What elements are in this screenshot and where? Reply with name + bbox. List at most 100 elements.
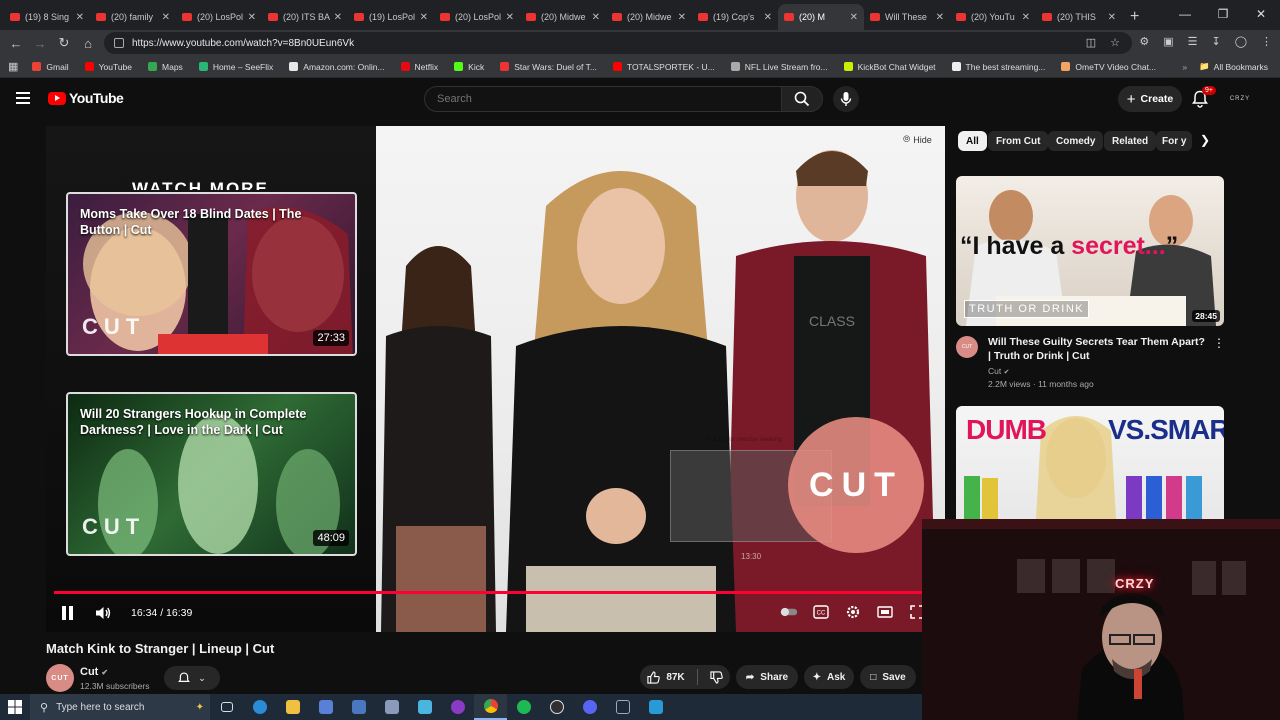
search-button[interactable]	[781, 86, 823, 112]
steam-icon[interactable]	[606, 694, 639, 720]
bookmark-item[interactable]: Kick	[454, 62, 484, 72]
recommendation-thumbnail-2[interactable]: DUMB VS.SMART	[956, 406, 1224, 519]
spotify-icon[interactable]	[507, 694, 540, 720]
browser-tab[interactable]: (20) Midwe ✕	[520, 4, 606, 30]
more-options-icon[interactable]: ⋮	[1213, 336, 1225, 350]
youtube-logo[interactable]: YouTube	[48, 90, 124, 106]
browser-tab[interactable]: (20) Midwe ✕	[606, 4, 692, 30]
browser-tab[interactable]: (20) LosPol ✕	[176, 4, 262, 30]
bookmark-item[interactable]: Netflix	[400, 62, 438, 72]
address-bar[interactable]: https://www.youtube.com/watch?v=8Bn0UEun…	[104, 32, 1132, 54]
close-tab-icon[interactable]: ✕	[760, 12, 772, 23]
bookmark-item[interactable]: NFL Live Stream fro...	[730, 62, 828, 72]
bookmark-item[interactable]: TOTALSPORTEK - U...	[612, 62, 715, 72]
hamburger-menu-icon[interactable]	[16, 92, 30, 104]
close-tab-icon[interactable]: ✕	[674, 12, 686, 23]
menu-icon[interactable]: ⋮	[1261, 35, 1272, 48]
browser-tab[interactable]: (20) YouTu ✕	[950, 4, 1036, 30]
app-icon-4[interactable]	[639, 694, 672, 720]
endscreen-card-2[interactable]: Will 20 Strangers Hookup in Complete Dar…	[66, 392, 357, 556]
volume-button[interactable]	[94, 604, 112, 627]
recommendation-channel[interactable]: Cut ✔	[988, 366, 1009, 376]
browser-tab[interactable]: (20) family ✕	[90, 4, 176, 30]
forward-icon[interactable]: →	[28, 36, 52, 51]
file-explorer-icon[interactable]	[276, 694, 309, 720]
account-avatar[interactable]: CRZY	[1226, 88, 1254, 110]
browser-tab[interactable]: Will These ✕	[864, 4, 950, 30]
settings-button[interactable]	[844, 603, 862, 621]
channel-watermark[interactable]: CUT	[788, 417, 924, 553]
chip-from-cut[interactable]: From Cut	[988, 131, 1049, 151]
bookmark-item[interactable]: Star Wars: Duel of T...	[500, 62, 597, 72]
save-button[interactable]: □ Save	[860, 665, 916, 689]
chip-related[interactable]: Related	[1104, 131, 1157, 151]
app-icon-2[interactable]	[375, 694, 408, 720]
like-button[interactable]: 87K	[647, 670, 685, 684]
media-icon[interactable]: ☰	[1188, 35, 1198, 48]
chevron-right-icon[interactable]: »	[1182, 62, 1187, 72]
extensions-icon[interactable]: ⚙	[1139, 35, 1149, 48]
channel-avatar[interactable]: CUT	[956, 336, 978, 358]
captions-button[interactable]: CC	[812, 603, 830, 621]
close-tab-icon[interactable]: ✕	[330, 12, 342, 23]
voice-search-button[interactable]	[833, 86, 859, 112]
chrome-icon[interactable]	[474, 694, 507, 720]
bookmark-item[interactable]: Home – SeeFlix	[198, 62, 273, 72]
search-box[interactable]	[424, 86, 782, 112]
channel-avatar[interactable]: CUT	[46, 664, 74, 692]
profile-icon[interactable]: ◯	[1235, 35, 1247, 48]
sidepanel-icon[interactable]: ▣	[1163, 35, 1173, 48]
close-tab-icon[interactable]: ✕	[588, 12, 600, 23]
taskbar-search[interactable]: ⚲ Type here to search ✦	[30, 694, 210, 720]
close-tab-icon[interactable]: ✕	[72, 12, 84, 23]
close-tab-icon[interactable]: ✕	[244, 12, 256, 23]
recommendation-thumbnail-1[interactable]: “I have a secret...” TRUTH OR DRINK 28:4…	[956, 176, 1224, 326]
browser-tab[interactable]: (20) M ✕	[778, 4, 864, 30]
firefox-icon[interactable]	[441, 694, 474, 720]
new-tab-button[interactable]: +	[1122, 4, 1147, 30]
bookmark-item[interactable]: OmeTV Video Chat...	[1061, 62, 1156, 72]
close-tab-icon[interactable]: ✕	[158, 12, 170, 23]
thumbs-down-icon[interactable]	[710, 670, 723, 684]
apps-grid-icon[interactable]: ▦	[8, 60, 18, 73]
app-icon-3[interactable]	[408, 694, 441, 720]
browser-tab[interactable]: (19) LosPol ✕	[348, 4, 434, 30]
autoplay-toggle[interactable]	[780, 603, 798, 621]
start-button[interactable]	[0, 700, 30, 714]
install-icon[interactable]: ◫	[1086, 36, 1096, 49]
browser-tab[interactable]: (20) LosPol ✕	[434, 4, 520, 30]
bookmark-item[interactable]: KickBot Chat Widget	[843, 62, 936, 72]
create-button[interactable]: + Create	[1118, 86, 1182, 112]
bookmark-star-icon[interactable]: ☆	[1110, 36, 1120, 49]
chip-comedy[interactable]: Comedy	[1048, 131, 1104, 151]
browser-tab[interactable]: (19) Cop's ✕	[692, 4, 778, 30]
search-input[interactable]	[437, 93, 757, 105]
site-info-icon[interactable]	[114, 38, 124, 48]
all-bookmarks[interactable]: » 📁 All Bookmarks	[1182, 61, 1268, 72]
recommendation-title[interactable]: Will These Guilty Secrets Tear Them Apar…	[988, 335, 1206, 363]
video-frame[interactable]: CLASS	[376, 126, 945, 632]
chevron-right-icon[interactable]: ❯	[1200, 133, 1210, 147]
bookmark-item[interactable]: The best streaming...	[951, 62, 1045, 72]
browser-tab[interactable]: (19) 8 Sing ✕	[4, 4, 90, 30]
endscreen-card-1[interactable]: Moms Take Over 18 Blind Dates | The Butt…	[66, 192, 357, 356]
close-tab-icon[interactable]: ✕	[1104, 12, 1116, 23]
progress-bar[interactable]	[54, 591, 930, 594]
theater-mode-button[interactable]	[876, 603, 894, 621]
chip-for-you[interactable]: For y	[1156, 131, 1192, 151]
hide-overlay-button[interactable]: ⦾ Hide	[903, 134, 932, 145]
close-tab-icon[interactable]: ✕	[1018, 12, 1030, 23]
edge-icon[interactable]	[243, 694, 276, 720]
bookmark-item[interactable]: YouTube	[84, 62, 132, 72]
downloads-icon[interactable]: ↧	[1211, 35, 1220, 48]
subscribed-notify-button[interactable]: ⌄	[164, 666, 220, 690]
browser-tab[interactable]: (20) THIS ✕	[1036, 4, 1122, 30]
minimize-icon[interactable]: —	[1166, 0, 1204, 28]
close-tab-icon[interactable]: ✕	[502, 12, 514, 23]
reload-icon[interactable]: ↻	[52, 35, 76, 51]
bookmark-item[interactable]: Amazon.com: Onlin...	[289, 62, 385, 72]
notifications-button[interactable]: 9+	[1192, 86, 1216, 113]
bookmark-item[interactable]: Maps	[148, 62, 183, 72]
share-button[interactable]: ➦ Share	[736, 665, 798, 689]
restore-icon[interactable]: ❐	[1204, 0, 1242, 28]
